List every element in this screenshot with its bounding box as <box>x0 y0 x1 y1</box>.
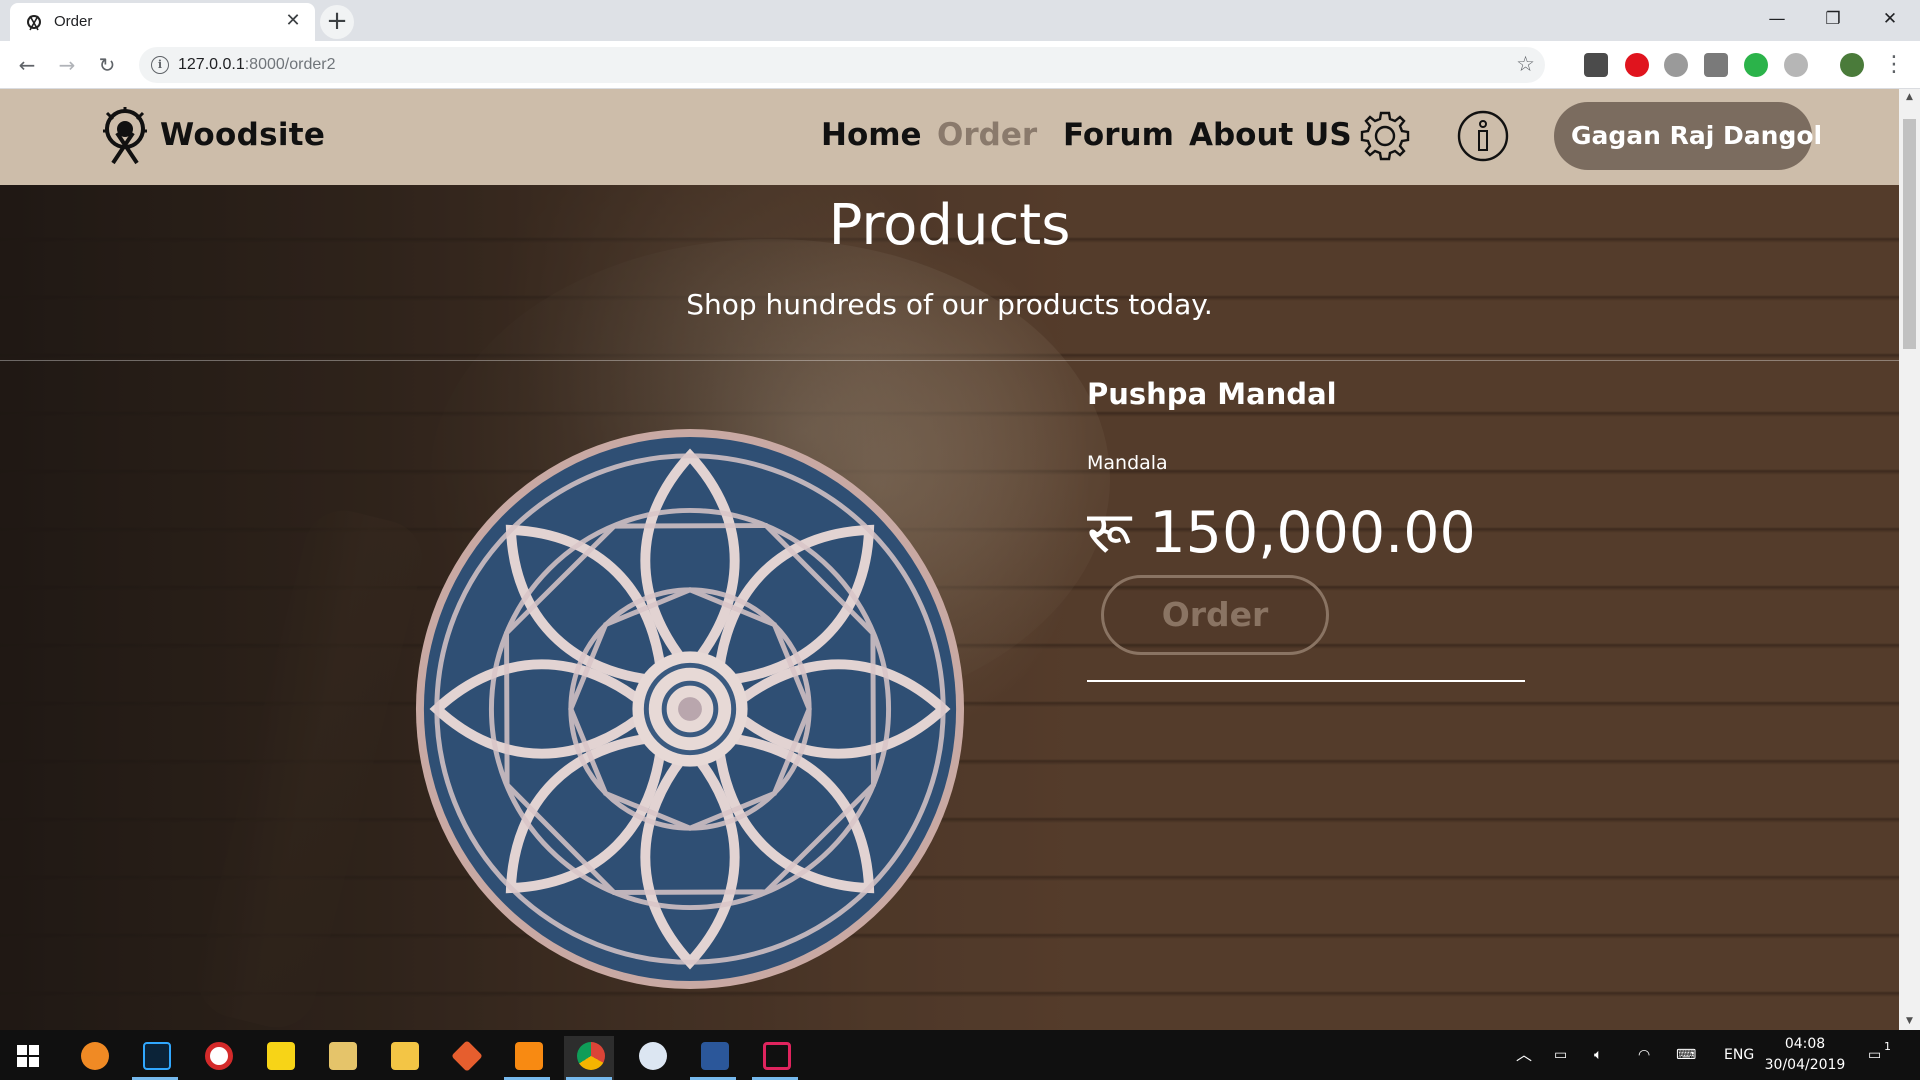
mobile-connect-app-icon[interactable] <box>750 1036 800 1080</box>
opera-extension-icon[interactable] <box>1625 53 1649 77</box>
minimize-icon[interactable]: — <box>1749 0 1805 38</box>
new-tab-button[interactable]: + <box>320 5 354 39</box>
product-image <box>415 429 965 989</box>
language-indicator[interactable]: ENG <box>1724 1030 1754 1080</box>
word-app-icon[interactable] <box>688 1036 738 1080</box>
profile-avatar[interactable] <box>1840 53 1864 77</box>
caret-down-icon <box>1784 132 1794 138</box>
browser-tab[interactable]: Order ✕ <box>10 3 315 41</box>
keyboard-icon[interactable]: ⌨ <box>1676 1030 1696 1080</box>
order-button[interactable]: Order <box>1101 575 1329 655</box>
sublime-text-app-icon[interactable] <box>502 1036 552 1080</box>
reload-icon[interactable]: ↻ <box>93 51 121 79</box>
restore-icon[interactable]: ❐ <box>1805 0 1861 38</box>
woodsite-favicon-icon <box>27 15 41 31</box>
notification-count: 1 <box>1884 1040 1891 1053</box>
bookmark-star-icon[interactable]: ☆ <box>1516 52 1535 76</box>
clock-date: 30/04/2019 <box>1764 1057 1846 1073</box>
forward-icon[interactable]: → <box>53 51 81 79</box>
photoshop-app-icon[interactable] <box>130 1036 180 1080</box>
back-icon[interactable]: ← <box>13 51 41 79</box>
paint-app-icon[interactable] <box>626 1036 676 1080</box>
brand-name[interactable]: Woodsite <box>160 117 325 153</box>
volume-icon[interactable]: 🔈︎ <box>1594 1030 1602 1080</box>
system-clock[interactable]: 04:08 30/04/2019 <box>1762 1034 1848 1076</box>
nav-link-forum[interactable]: Forum <box>1063 117 1174 153</box>
site-info-icon[interactable]: i <box>151 56 169 74</box>
battery-icon[interactable]: ▭ <box>1554 1030 1567 1080</box>
tab-title: Order <box>54 13 93 30</box>
address-bar[interactable]: i 127.0.0.1:8000/order2 ☆ <box>139 47 1545 83</box>
extension-icon[interactable] <box>1664 53 1688 77</box>
product-category: Mandala <box>1087 452 1168 474</box>
lock-extension-icon[interactable] <box>1704 53 1728 77</box>
tray-chevron-icon[interactable]: ︿ <box>1516 1030 1532 1080</box>
windows-start-icon[interactable] <box>17 1045 39 1067</box>
product-divider <box>1087 680 1525 682</box>
info-icon[interactable] <box>1456 109 1510 163</box>
action-center-icon[interactable]: ▭ 1 <box>1868 1030 1904 1080</box>
tab-close-icon[interactable]: ✕ <box>282 10 304 32</box>
browser-toolbar: ← → ↻ i 127.0.0.1:8000/order2 ☆ ⋮ <box>0 41 1920 89</box>
close-window-icon[interactable]: ✕ <box>1862 0 1918 38</box>
nav-link-order[interactable]: Order <box>937 117 1037 153</box>
wifi-icon[interactable]: ◠ <box>1638 1030 1650 1080</box>
settings-gear-icon[interactable] <box>1358 109 1412 163</box>
clock-time: 04:08 <box>1784 1036 1826 1052</box>
facebook-extension-icon[interactable] <box>1584 53 1608 77</box>
notepad-app-icon[interactable] <box>316 1036 366 1080</box>
user-menu-button[interactable]: Gagan Raj Dangol <box>1554 102 1822 170</box>
nav-link-home[interactable]: Home <box>821 117 922 153</box>
menu-kebab-icon[interactable]: ⋮ <box>1880 51 1908 79</box>
divider <box>0 360 1899 361</box>
cloud-extension-icon[interactable] <box>1784 53 1808 77</box>
edge-app-icon[interactable] <box>68 1036 118 1080</box>
windows-taskbar: ︿ ▭ 🔈︎ ◠ ⌨ ENG 04:08 30/04/2019 ▭ 1 <box>0 1030 1920 1080</box>
git-app-icon[interactable] <box>440 1036 490 1080</box>
url-text: 127.0.0.1:8000/order2 <box>178 56 336 73</box>
chrome-app-icon[interactable] <box>564 1036 614 1080</box>
scroll-thumb[interactable] <box>1903 119 1916 349</box>
product-price: रू 150,000.00 <box>1087 500 1476 566</box>
nav-link-about[interactable]: About US <box>1189 117 1352 153</box>
product-name: Pushpa Mandal <box>1087 377 1337 411</box>
red-swirl-app-icon[interactable] <box>192 1036 242 1080</box>
page-subtitle: Shop hundreds of our products today. <box>686 288 1213 321</box>
page-scrollbar[interactable]: ▲ ▼ <box>1899 89 1920 1030</box>
sticky-notes-app-icon[interactable] <box>254 1036 304 1080</box>
scroll-up-icon[interactable]: ▲ <box>1899 89 1920 106</box>
site-navbar: Woodsite Home Order Forum About US Gagan… <box>0 89 1899 185</box>
file-explorer-app-icon[interactable] <box>378 1036 428 1080</box>
page-title: Products <box>828 193 1071 258</box>
woodsite-logo-icon[interactable] <box>99 105 151 165</box>
scroll-down-icon[interactable]: ▼ <box>1899 1013 1920 1030</box>
green-extension-icon[interactable] <box>1744 53 1768 77</box>
browser-titlebar: Order ✕ + — ❐ ✕ <box>0 0 1920 41</box>
page: Woodsite Home Order Forum About US Gagan… <box>0 89 1899 1030</box>
